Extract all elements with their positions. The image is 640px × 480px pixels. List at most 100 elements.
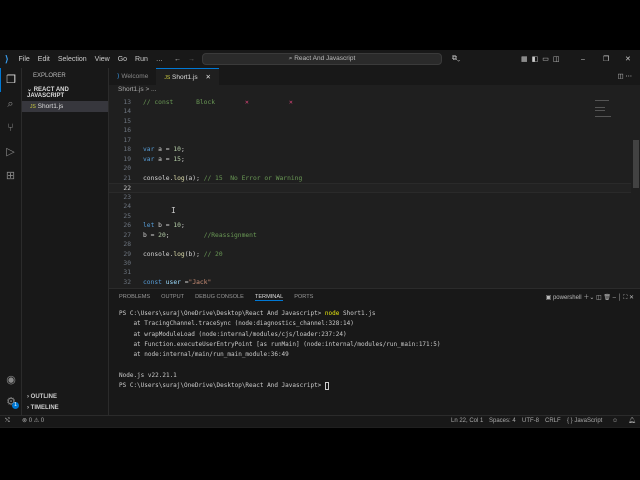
tab-short1-js[interactable]: JS Short1.js ✕ — [156, 68, 219, 85]
error-count: 0 — [28, 418, 33, 424]
back-icon[interactable]: ← — [174, 56, 181, 63]
code-line[interactable]: 13 // const Block ✕ ✕ — [109, 98, 631, 107]
source-control-icon[interactable]: ⑂ — [0, 116, 21, 140]
code-line[interactable]: 23 — [109, 193, 631, 202]
code-line[interactable]: 25 — [109, 212, 631, 221]
menu-bar: File Edit Selection View Go Run … — [15, 56, 167, 63]
minimap[interactable] — [595, 98, 625, 138]
maximize-panel-icon[interactable]: ⛶ — [623, 295, 627, 301]
code-line[interactable]: 24 — [109, 202, 631, 211]
editor-scrollbar[interactable] — [633, 140, 639, 188]
terminal-panel: PROBLEMS OUTPUT DEBUG CONSOLE TERMINAL PORTS… — [109, 288, 640, 415]
encoding[interactable]: UTF-8 — [522, 416, 539, 427]
extensions-icon[interactable]: ⊞ — [0, 164, 21, 188]
line-number: 24 — [123, 203, 131, 211]
terminal-line: PS C:\Users\suraj\OneDrive\Desktop\React… — [119, 381, 630, 391]
split-terminal-icon[interactable]: ◫ — [596, 295, 602, 301]
close-tab-icon[interactable]: ✕ — [205, 74, 210, 81]
code-line[interactable]: 21 console.log(a); // 15 No Error or Warn… — [109, 174, 631, 183]
vscode-logo-icon: ⟩ — [5, 53, 9, 64]
menu-item[interactable]: View — [95, 56, 110, 63]
code-line[interactable]: 18 var a = 10; — [109, 145, 631, 154]
file-short1-js[interactable]: JS Short1.js — [22, 101, 108, 112]
account-icon[interactable]: ◉ — [0, 368, 22, 392]
indentation[interactable]: Spaces: 4 — [489, 416, 516, 427]
breadcrumb[interactable]: Short1.js > ... — [118, 86, 156, 93]
line-number: 18 — [123, 146, 131, 154]
explorer-sidebar: EXPLORER ⌄ REACT AND JAVASCRIPT JS Short… — [22, 68, 109, 415]
panel-tab-ports[interactable]: PORTS — [294, 294, 313, 301]
terminal-shell[interactable]: ▣ powershell — [546, 295, 582, 301]
new-terminal-icon[interactable]: ＋⌄ — [583, 295, 594, 301]
layout-icons[interactable]: ▦◧▭◫ — [521, 55, 563, 63]
menu-item[interactable]: Edit — [38, 56, 50, 63]
line-number: 16 — [123, 127, 131, 135]
line-number: 19 — [123, 155, 131, 163]
menu-item[interactable]: Selection — [58, 56, 87, 63]
code-text: b = 20; //Reassignment — [143, 231, 257, 239]
outline-section[interactable]: › OUTLINE — [27, 394, 57, 400]
close-button[interactable]: ✕ — [625, 55, 631, 63]
explorer-icon[interactable]: ❐ — [0, 68, 21, 92]
panel-tab-terminal[interactable]: TERMINAL — [254, 294, 284, 301]
code-line[interactable]: 32 const user ="Jack" — [109, 278, 631, 287]
close-panel-icon[interactable]: ✕ — [629, 295, 634, 301]
panel-tab-debug-console[interactable]: DEBUG CONSOLE — [195, 294, 244, 301]
maximize-button[interactable]: ❐ — [603, 55, 609, 63]
code-line[interactable]: 31 — [109, 268, 631, 277]
minimize-button[interactable]: – — [581, 56, 585, 63]
menu-item[interactable]: Run — [135, 56, 148, 63]
terminal-line: Node.js v22.21.1 — [119, 371, 177, 379]
code-line[interactable]: 14 — [109, 107, 631, 116]
code-text: var a = 15; — [143, 155, 185, 163]
cross-mark: ✕ — [289, 99, 293, 106]
run-debug-icon[interactable]: ▷ — [0, 140, 21, 164]
menu-item[interactable]: File — [19, 56, 30, 63]
language-mode[interactable]: { } JavaScript — [567, 416, 602, 427]
command-center-search[interactable]: ⌕ React And Javascript — [202, 53, 442, 65]
settings-icon[interactable]: ⚙ 1 — [0, 390, 22, 414]
menu-item[interactable]: Go — [118, 56, 127, 63]
copilot-status-icon[interactable]: ☺ — [612, 416, 618, 427]
panel-tab-problems[interactable]: PROBLEMS — [119, 294, 150, 301]
split-editor-icon[interactable]: ◫ ⋯ — [618, 68, 632, 85]
menu-item[interactable]: … — [156, 56, 163, 63]
trash-icon[interactable]: 🗑 — [603, 295, 611, 301]
terminal-line: at wrapModuleLoad (node:internal/modules… — [119, 330, 347, 338]
line-number: 22 — [123, 185, 131, 193]
minus-icon[interactable]: – — [613, 295, 616, 301]
code-line[interactable]: 30 — [109, 259, 631, 268]
notifications-icon[interactable]: 🔔︎ — [628, 416, 636, 427]
folder-label: REACT AND JAVASCRIPT — [27, 87, 69, 99]
code-line[interactable]: 17 — [109, 136, 631, 145]
code-line[interactable]: 16 — [109, 126, 631, 135]
code-line[interactable]: 26 let b = 10; — [109, 221, 631, 230]
cursor-position[interactable]: Ln 22, Col 1 — [451, 416, 483, 427]
settings-badge: 1 — [12, 402, 19, 409]
panel-tab-output[interactable]: OUTPUT — [161, 294, 184, 301]
code-line[interactable]: 29 console.log(b); // 20 — [109, 250, 631, 259]
tab-welcome[interactable]: ⟩ Welcome — [109, 68, 156, 85]
status-bar: ⤭ ⊗ 0 ⚠ 0 Ln 22, Col 1 Spaces: 4 UTF-8 C… — [0, 415, 640, 427]
search-icon[interactable]: ⌕ — [0, 92, 21, 116]
terminal-output[interactable]: PS C:\Users\suraj\OneDrive\Desktop\React… — [109, 306, 640, 394]
code-line[interactable]: 22 — [109, 183, 631, 193]
cross-mark: ✕ — [245, 99, 249, 106]
problems-status[interactable]: ⊗ 0 ⚠ 0 — [22, 416, 44, 427]
code-line[interactable]: 28 — [109, 240, 631, 249]
folder-react-and-javascript[interactable]: ⌄ REACT AND JAVASCRIPT — [22, 84, 108, 101]
timeline-section[interactable]: › TIMELINE — [27, 405, 59, 411]
terminal-line: at TracingChannel.traceSync (node:diagno… — [119, 320, 354, 328]
code-line[interactable]: 27 b = 20; //Reassignment — [109, 231, 631, 240]
code-line[interactable]: 20 — [109, 164, 631, 173]
line-ending[interactable]: CRLF — [545, 416, 561, 427]
code-line[interactable]: 15 — [109, 117, 631, 126]
shell-label: powershell — [552, 295, 582, 301]
code-text: const user ="Jack" — [143, 278, 212, 286]
remote-icon[interactable]: ⤭ — [5, 416, 10, 427]
copilot-icon[interactable]: ⧉⌄ — [452, 55, 460, 63]
forward-icon[interactable]: → — [188, 56, 195, 63]
code-line[interactable]: 19 var a = 15; — [109, 155, 631, 164]
timeline-label: TIMELINE — [30, 405, 59, 411]
